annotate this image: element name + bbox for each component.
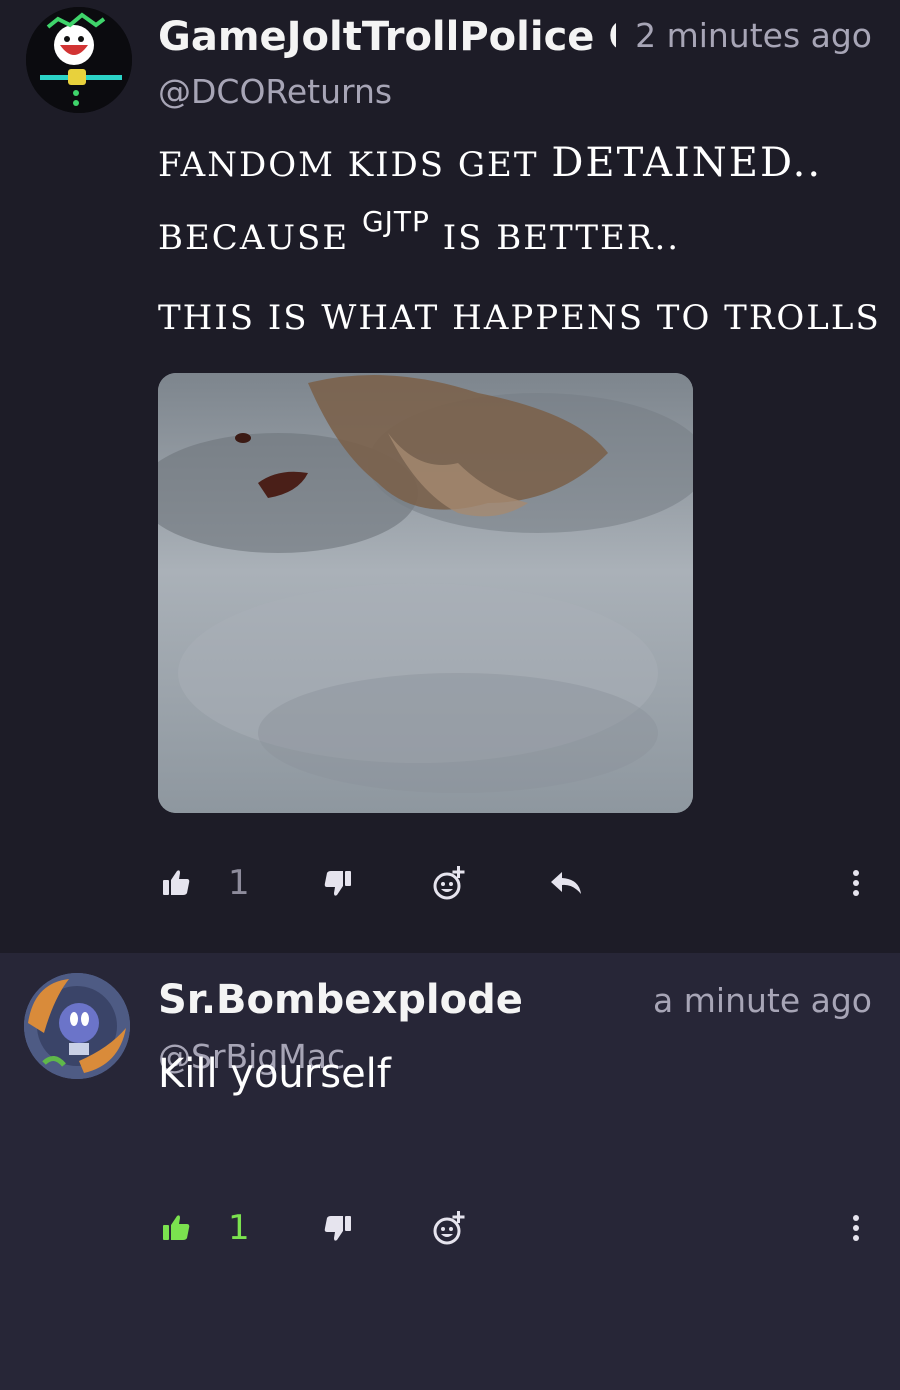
add-reaction-button[interactable]	[428, 1203, 472, 1253]
more-options-button[interactable]	[842, 858, 870, 908]
reply-button[interactable]	[546, 858, 586, 908]
avatar[interactable]	[24, 973, 130, 1079]
comment-item: Sr.Bombexplode a minute ago @SrBigMac Ki…	[0, 953, 900, 1390]
like-button[interactable]	[156, 1203, 196, 1253]
comment-text: Kill yourself	[158, 1051, 391, 1097]
dislike-button[interactable]	[318, 1203, 358, 1253]
like-button[interactable]	[156, 858, 196, 908]
text-segment: IS BETTER..	[429, 218, 681, 258]
author-name[interactable]: Sr.Bombexplode	[158, 977, 618, 1023]
text-segment: BECAUSE	[158, 218, 362, 258]
comment-text-line: BECAUSE GJTP IS BETTER..	[158, 205, 680, 258]
add-reaction-icon	[433, 866, 465, 900]
author-name[interactable]: GameJoltTrollPolice Ge	[158, 14, 616, 60]
add-reaction-button[interactable]	[428, 858, 472, 908]
comment-actions: 1	[0, 1203, 900, 1253]
like-count: 1	[228, 863, 250, 903]
more-vertical-icon	[853, 870, 859, 896]
more-options-button[interactable]	[842, 1203, 870, 1253]
timestamp[interactable]: 2 minutes ago	[635, 16, 872, 55]
thumbs-down-icon	[324, 1216, 351, 1241]
like-count: 1	[228, 1208, 250, 1248]
avatar[interactable]	[26, 7, 132, 113]
comment-text-line: THIS IS WHAT HAPPENS TO TROLLS	[158, 298, 881, 338]
thumbs-down-icon	[324, 871, 351, 896]
thumbs-up-icon	[163, 870, 190, 895]
thumbs-up-icon	[163, 1215, 190, 1240]
embedded-gif-image[interactable]	[158, 373, 693, 813]
add-reaction-icon	[433, 1211, 465, 1245]
reply-icon	[551, 872, 581, 894]
comment-actions: 1	[0, 858, 900, 908]
text-segment: FANDOM KIDS GET	[158, 145, 552, 185]
dislike-button[interactable]	[318, 858, 358, 908]
timestamp[interactable]: a minute ago	[653, 981, 872, 1020]
text-superscript: GJTP	[361, 205, 430, 238]
comment-text-line: FANDOM KIDS GET DETAINED..	[158, 140, 822, 186]
comment-item: GameJoltTrollPolice Ge 2 minutes ago @DC…	[0, 0, 900, 953]
author-handle[interactable]: @DCOReturns	[158, 72, 392, 111]
more-vertical-icon	[853, 1215, 859, 1241]
text-segment-large: DETAINED..	[551, 140, 823, 186]
